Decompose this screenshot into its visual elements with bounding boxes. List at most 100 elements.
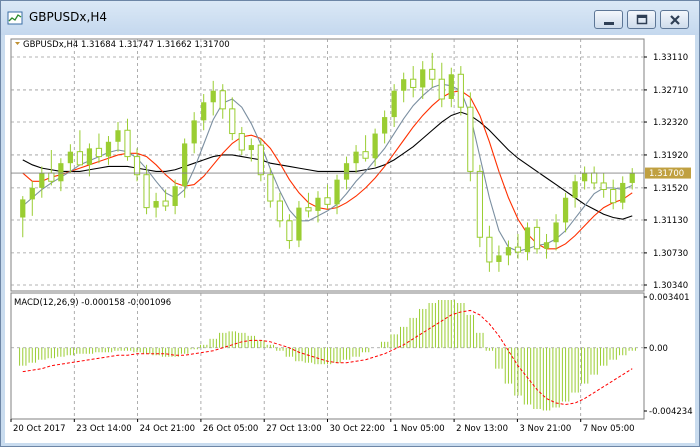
candle-body-bear [610, 189, 617, 204]
price-tick-label: 1.32710 [653, 86, 688, 96]
candle-body-bull [620, 182, 626, 203]
candle-body-bear [286, 220, 293, 242]
candle-body-bull [448, 74, 454, 99]
current-price-marker: 1.31700 [645, 167, 691, 179]
candle-body-bull [496, 255, 502, 262]
candle-body-bull [524, 227, 531, 253]
candle-body-bear [533, 226, 541, 250]
candle-body-bear [229, 108, 236, 135]
window-title: GBPUSDx,H4 [29, 10, 107, 24]
price-chart[interactable]: 1.33110 1.32710 1.32320 1.31920 1.31520 1.311… [5, 35, 695, 443]
candle-body-bull [58, 163, 64, 182]
candle-body-bull [334, 179, 340, 205]
candle-body-bull [248, 145, 254, 151]
candle-body-bear [305, 207, 312, 212]
candle-body-bear [410, 78, 417, 88]
time-tick-label: 23 Oct 14:00 [76, 424, 131, 434]
chart-area[interactable]: 1.33110 1.32710 1.32320 1.31920 1.31520 1.311… [5, 35, 695, 443]
candle-body-bull [201, 102, 207, 121]
indicator-marker-icon [15, 42, 20, 45]
price-tick-label: 1.33110 [653, 53, 688, 63]
candle-body-bull [343, 163, 350, 180]
candle-body-bear [438, 78, 445, 100]
candle-body-bull [372, 133, 378, 159]
minimize-button[interactable] [594, 10, 623, 29]
axes: 1.33110 1.32710 1.32320 1.31920 1.31520 1.311… [10, 53, 693, 434]
time-tick-label: 3 Nov 21:00 [519, 424, 571, 434]
candle-body-bull [353, 151, 359, 164]
candle-body-bull [153, 201, 159, 208]
chart-icon [7, 11, 23, 25]
time-tick-label: 26 Oct 05:00 [203, 424, 258, 434]
time-tick-label: 1 Nov 05:00 [393, 424, 445, 434]
macd-indicator [19, 300, 636, 411]
candle-body-bear [591, 172, 598, 184]
candle-body-bull [582, 173, 588, 182]
candle-body-bear [457, 73, 464, 108]
chart-window: GBPUSDx,H4 1.33110 1.32710 1.32320 1.319… [0, 0, 700, 447]
candle-body-bull [391, 90, 397, 118]
candle-body-bull [191, 120, 197, 144]
candle-body-bull [420, 69, 426, 88]
time-tick-label: 24 Oct 21:00 [140, 424, 195, 434]
price-tick-label: 1.32320 [653, 118, 688, 128]
candle-body-bull [543, 242, 550, 249]
title-bar[interactable]: GBPUSDx,H4 [1, 1, 699, 35]
current-price-label: 1.31700 [649, 169, 684, 179]
candle-body-bull [182, 143, 188, 187]
candle-body-bear [257, 144, 264, 176]
close-button[interactable] [660, 10, 689, 29]
candle-body-bull [172, 186, 178, 206]
candle-body-bull [296, 207, 302, 241]
candle-body-bear [476, 170, 483, 238]
candle-body-bull [505, 247, 512, 256]
time-tick-label: 30 Oct 22:00 [330, 424, 385, 434]
price-tick-label: 1.30340 [653, 281, 688, 291]
macd-tick-label: 0.00 [649, 344, 668, 354]
candle-body-bear [219, 90, 226, 110]
candle-body-bear [467, 106, 474, 172]
price-tick-label: 1.30730 [653, 249, 688, 259]
candle-body-bull [629, 173, 635, 183]
candle-body-bull [401, 79, 407, 91]
minimize-icon [604, 22, 614, 25]
candle-body-bear [48, 172, 55, 182]
candle-body-bear [429, 68, 436, 80]
symbol-info: GBPUSDx,H4 1.31684 1.31747 1.31662 1.317… [23, 40, 230, 50]
price-tick-label: 1.31920 [653, 151, 688, 161]
time-tick-label: 2 Nov 13:00 [456, 424, 508, 434]
macd-tick-label: -0.004234 [649, 407, 693, 417]
time-tick-label: 7 Nov 05:00 [583, 424, 635, 434]
price-tick-label: 1.31520 [653, 184, 688, 194]
candle-body-bear [95, 147, 103, 158]
candle-body-bear [324, 197, 331, 205]
candle-body-bear [124, 129, 131, 158]
candle-body-bear [267, 174, 274, 202]
candle-body-bull [210, 90, 216, 103]
candle-body-bull [562, 197, 569, 223]
candle-body-bull [572, 181, 578, 198]
candle-body-bear [486, 236, 493, 263]
candle-body-bear [143, 174, 150, 209]
candle-body-bull [39, 173, 45, 188]
candle-body-bear [76, 151, 84, 166]
time-tick-label: 27 Oct 13:00 [266, 424, 321, 434]
maximize-icon [636, 14, 648, 25]
candle-body-bear [362, 151, 369, 159]
time-tick-label: 20 Oct 2017 [13, 424, 66, 434]
candle-body-bear [600, 182, 607, 191]
macd-info: MACD(12,26,9) -0.000158 -0.001096 [14, 298, 171, 308]
candle-body-bull [20, 199, 26, 218]
candle-body-bull [382, 117, 388, 134]
candle-body-bull [29, 187, 35, 200]
candle-body-bear [238, 133, 245, 151]
candle-body-bull [86, 148, 93, 165]
candle-body-bear [162, 200, 169, 207]
close-icon [670, 15, 680, 25]
candle-body-bear [514, 246, 522, 253]
price-tick-label: 1.31130 [653, 216, 688, 226]
maximize-button[interactable] [627, 10, 656, 29]
candle-body-bull [115, 130, 121, 142]
candle-body-bull [67, 151, 73, 164]
candle-body-bear [133, 156, 141, 176]
